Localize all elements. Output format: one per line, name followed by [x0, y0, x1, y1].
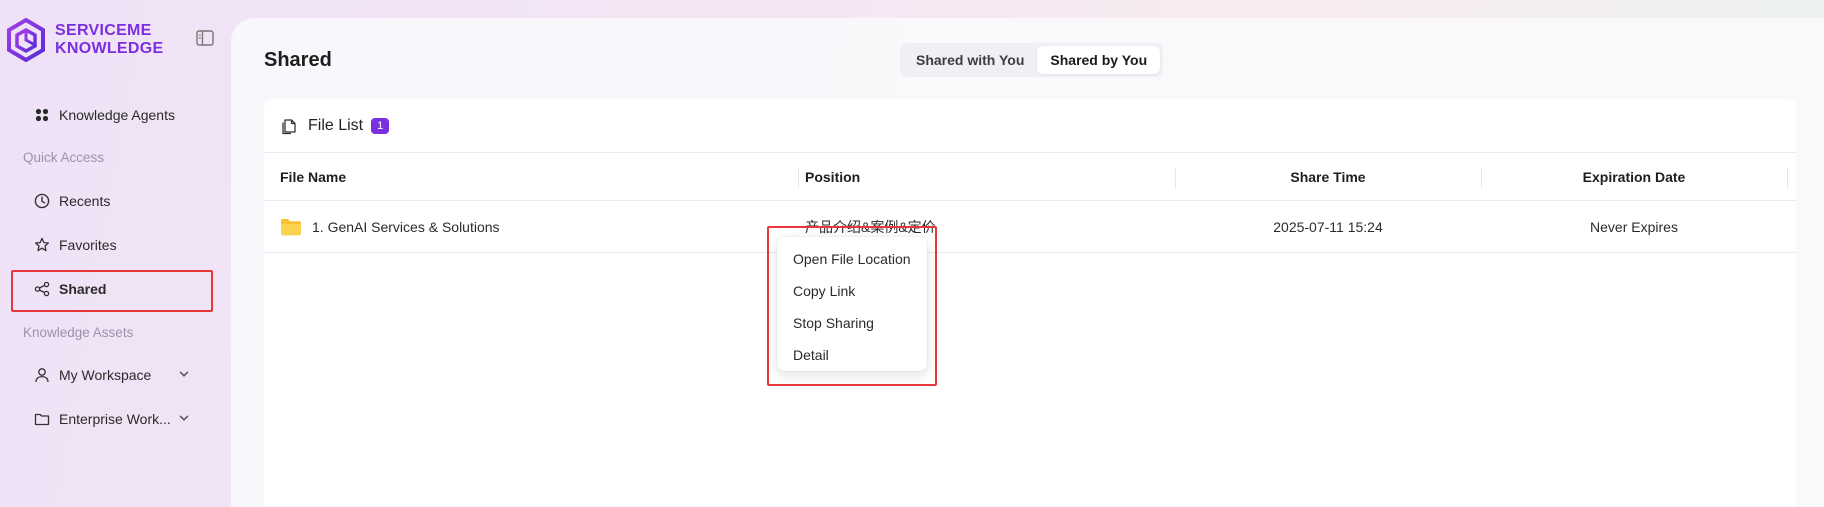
tab-shared-with-you[interactable]: Shared with You	[903, 46, 1037, 74]
table-row[interactable]: 1. GenAI Services & Solutions 产品介绍&案例&定价…	[264, 201, 1796, 253]
file-list-title: File List	[308, 116, 364, 134]
sidebar-item-label: My Workspace	[59, 367, 152, 383]
share-tabs: Shared with You Shared by You	[900, 43, 1164, 77]
brand-line-2: KNOWLEDGE	[55, 40, 164, 57]
context-menu: Open File Location Copy Link Stop Sharin…	[777, 237, 927, 371]
folder-outline-icon	[34, 411, 50, 427]
share-time-cell: 2025-07-11 15:24	[1273, 219, 1383, 235]
column-header-file-name[interactable]: File Name	[280, 153, 346, 201]
sidebar-item-recents[interactable]: Recents	[22, 183, 202, 219]
menu-item-stop-sharing[interactable]: Stop Sharing	[777, 307, 927, 339]
file-list-header: File List 1	[264, 99, 1796, 153]
sidebar: SERVICEME KNOWLEDGE Knowledge Agents Qui…	[0, 0, 228, 507]
sidebar-item-enterprise-workspace[interactable]: Enterprise Work...	[22, 401, 202, 437]
sidebar-item-label: Recents	[59, 193, 111, 209]
file-list-icon	[282, 118, 296, 134]
brand-name: SERVICEME KNOWLEDGE	[55, 22, 163, 58]
sidebar-item-knowledge-agents[interactable]: Knowledge Agents	[22, 97, 202, 133]
knowledge-assets-label: Knowledge Assets	[23, 325, 134, 340]
column-divider[interactable]	[1787, 168, 1788, 188]
file-name-cell[interactable]: 1. GenAI Services & Solutions	[312, 201, 500, 253]
sidebar-item-label: Knowledge Agents	[59, 107, 175, 123]
main-panel: Shared Shared with You Shared by You Fil…	[232, 19, 1824, 507]
menu-item-copy-link[interactable]: Copy Link	[777, 275, 927, 307]
chevron-down-icon[interactable]	[178, 412, 190, 424]
sidebar-item-favorites[interactable]: Favorites	[22, 227, 202, 263]
sidebar-item-shared[interactable]: Shared	[22, 271, 202, 307]
share-icon	[34, 281, 50, 297]
sidebar-item-label: Enterprise Work...	[59, 411, 171, 427]
sidebar-item-label: Favorites	[59, 237, 117, 253]
page-title: Shared	[264, 49, 332, 71]
tab-shared-by-you[interactable]: Shared by You	[1037, 46, 1161, 74]
star-icon	[34, 237, 50, 253]
menu-item-open-file-location[interactable]: Open File Location	[777, 243, 927, 275]
agents-grid-icon	[34, 107, 50, 123]
expiration-cell: Never Expires	[1590, 219, 1678, 235]
column-header-position[interactable]: Position	[805, 153, 860, 201]
column-header-share-time[interactable]: Share Time	[1176, 153, 1480, 201]
sidebar-collapse-icon[interactable]	[196, 30, 214, 46]
sidebar-item-label: Shared	[59, 281, 107, 297]
menu-item-detail[interactable]: Detail	[777, 339, 927, 371]
file-list-card: File List 1 File Name Position Share Tim…	[264, 99, 1796, 507]
user-icon	[34, 367, 50, 383]
file-count-badge: 1	[371, 117, 390, 134]
folder-icon	[281, 219, 301, 236]
brand-line-1: SERVICEME	[55, 22, 152, 39]
quick-access-label: Quick Access	[23, 150, 105, 165]
table-header: File Name Position Share Time Expiration…	[264, 153, 1796, 201]
clock-icon	[34, 193, 50, 209]
sidebar-item-my-workspace[interactable]: My Workspace	[22, 357, 202, 393]
column-divider[interactable]	[798, 168, 799, 188]
chevron-down-icon[interactable]	[178, 368, 190, 380]
column-header-expiration-date[interactable]: Expiration Date	[1482, 153, 1786, 201]
serviceme-logo-icon	[7, 18, 45, 62]
